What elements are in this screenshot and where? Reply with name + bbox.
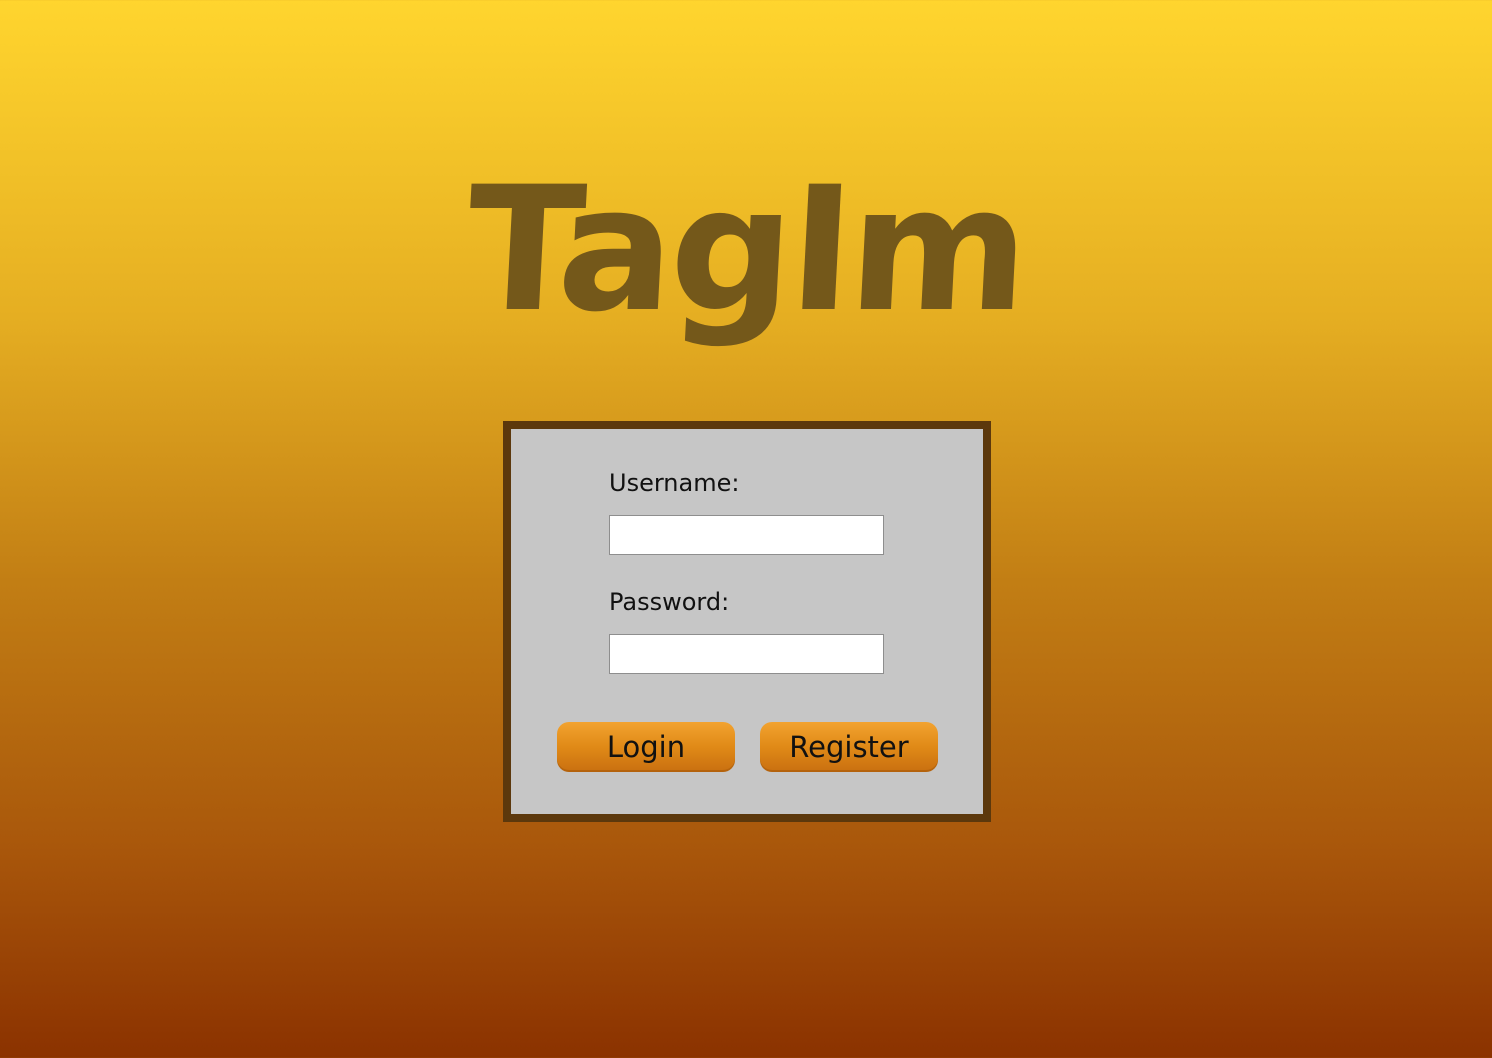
login-panel: Username: Password: Login Register [503,421,991,822]
register-button[interactable]: Register [760,722,938,772]
username-label: Username: [609,469,740,497]
username-input[interactable] [609,515,884,555]
app-logo: TagIm [461,149,1031,350]
login-button[interactable]: Login [557,722,735,772]
password-label: Password: [609,588,730,616]
password-input[interactable] [609,634,884,674]
